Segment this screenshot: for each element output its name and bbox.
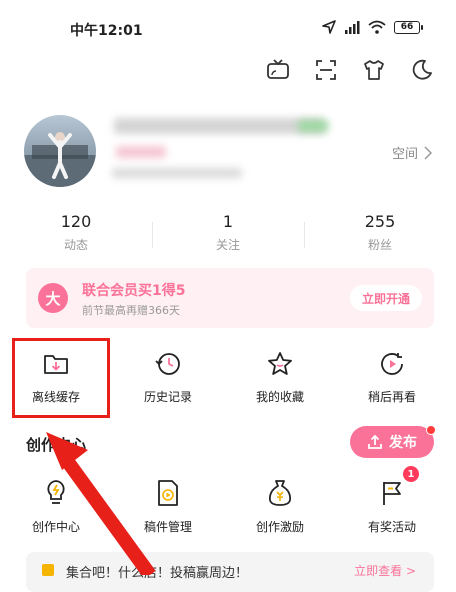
status-time: 中午12:01 xyxy=(70,23,143,39)
creation-action-label: 创作激励 xyxy=(255,520,304,534)
vip-badge-icon: 大 xyxy=(38,283,68,313)
stat-following[interactable]: 1 关注 xyxy=(152,212,304,258)
cellular-signal-icon xyxy=(345,21,360,34)
creation-action-label: 创作中心 xyxy=(31,520,80,534)
creation-section-title: 创作中心 xyxy=(26,436,87,454)
top-toolbar xyxy=(266,58,434,82)
bcoin-info-blurred xyxy=(112,168,242,178)
favorites-icon xyxy=(268,352,292,375)
tv-cast-icon[interactable] xyxy=(266,58,290,82)
vip-title: 联合会员买1得5 xyxy=(82,283,186,299)
quick-action-label: 历史记录 xyxy=(143,390,192,404)
battery-icon: 66 xyxy=(394,20,423,34)
chevron-right-icon xyxy=(424,145,432,160)
stat-value: 1 xyxy=(222,212,234,231)
bottom-banner-more[interactable]: 立即查看 > xyxy=(354,562,416,579)
quick-action-label: 我的收藏 xyxy=(255,390,304,404)
creation-center-icon xyxy=(47,480,65,504)
scan-icon[interactable] xyxy=(314,58,338,82)
reward-activity-icon xyxy=(383,482,401,505)
manuscript-manage-icon xyxy=(158,480,178,506)
stat-value: 255 xyxy=(364,212,396,231)
watch-later-icon xyxy=(381,353,403,375)
wifi-icon xyxy=(368,20,386,34)
manuscript-manage-button[interactable]: 稿件管理 xyxy=(112,478,224,535)
vip-subtitle: 前节最高再赠366天 xyxy=(82,304,180,317)
announcement-icon xyxy=(42,564,54,576)
bottom-banner[interactable]: 集合吧！什么店！投稿赢周边！ 立即查看 > xyxy=(26,552,434,592)
night-mode-icon[interactable] xyxy=(410,58,434,82)
creation-actions: 创作中心 稿件管理 创作激励 有奖活动 xyxy=(0,478,456,535)
level-badge-blurred xyxy=(298,120,328,132)
reward-activity-button[interactable]: 有奖活动 xyxy=(336,478,448,535)
stat-label: 动态 xyxy=(63,238,88,252)
highlight-box xyxy=(12,338,110,418)
stats-bar: 120 动态 1 关注 255 粉丝 xyxy=(0,212,456,258)
stat-dynamics[interactable]: 120 动态 xyxy=(0,212,152,258)
stat-label: 关注 xyxy=(215,238,240,252)
stat-label: 粉丝 xyxy=(367,238,392,252)
battery-level: 66 xyxy=(400,22,414,32)
vip-tag-blurred xyxy=(116,146,166,158)
creation-action-label: 稿件管理 xyxy=(143,520,192,534)
watch-later-button[interactable]: 稍后再看 xyxy=(336,350,448,405)
avatar[interactable] xyxy=(24,115,96,187)
favorites-button[interactable]: 我的收藏 xyxy=(224,350,336,405)
creation-center-button[interactable]: 创作中心 xyxy=(0,478,112,535)
username-blurred xyxy=(114,118,324,134)
bottom-banner-text: 集合吧！什么店！投稿赢周边！ xyxy=(66,566,249,581)
notification-dot xyxy=(426,425,436,435)
status-icons: 66 xyxy=(322,20,423,34)
creation-action-label: 有奖活动 xyxy=(367,520,416,534)
creation-incentive-icon xyxy=(269,480,291,506)
activity-badge: 1 xyxy=(403,466,419,482)
history-button[interactable]: 历史记录 xyxy=(112,350,224,405)
stat-value: 120 xyxy=(60,212,92,231)
vip-open-button[interactable]: 立即开通 xyxy=(349,285,422,311)
space-link[interactable]: 空间 xyxy=(392,143,432,162)
stat-fans[interactable]: 255 粉丝 xyxy=(304,212,456,258)
creation-incentive-button[interactable]: 创作激励 xyxy=(224,478,336,535)
quick-action-label: 稍后再看 xyxy=(367,390,416,404)
publish-label: 发布 xyxy=(389,435,417,451)
theme-shirt-icon[interactable] xyxy=(362,58,386,82)
vip-banner[interactable]: 大 联合会员买1得5 前节最高再赠366天 立即开通 xyxy=(26,268,434,328)
history-icon xyxy=(155,353,180,375)
space-link-label: 空间 xyxy=(391,147,418,162)
publish-button[interactable]: 发布 xyxy=(350,426,434,458)
upload-icon xyxy=(368,434,382,449)
location-icon xyxy=(322,20,336,34)
